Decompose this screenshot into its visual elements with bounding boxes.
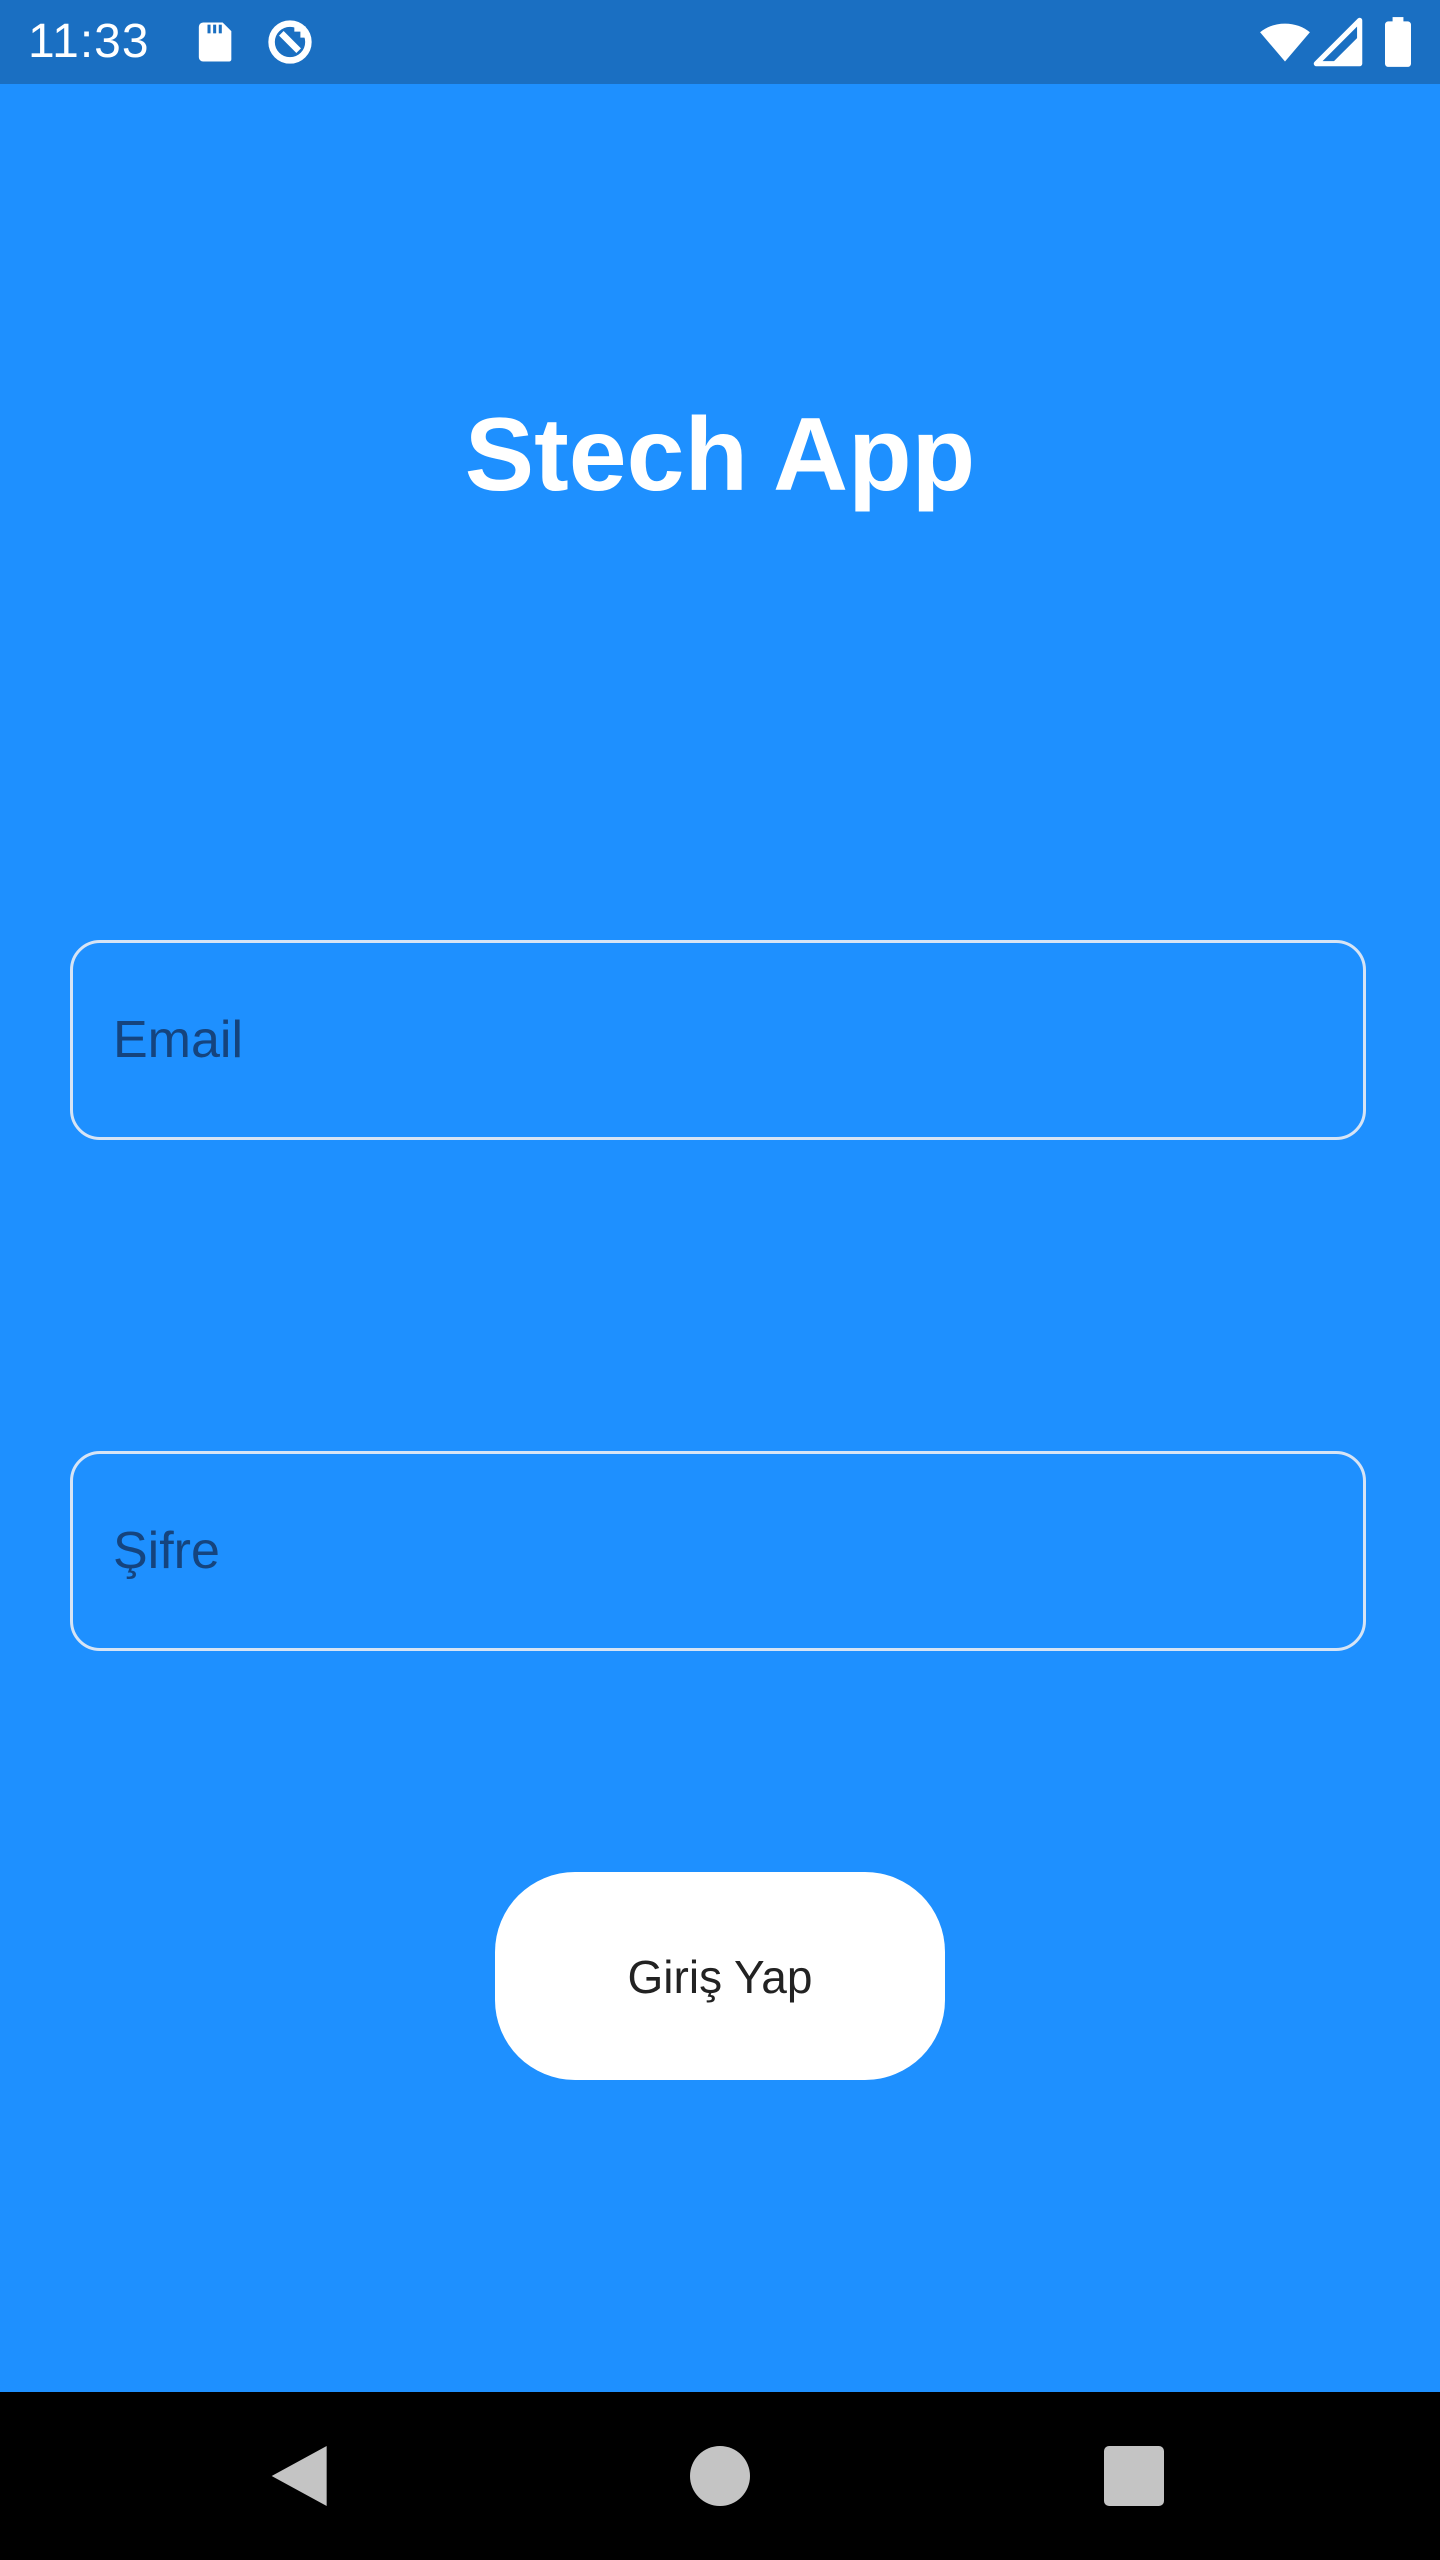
recents-icon[interactable] — [1094, 2436, 1174, 2516]
login-button[interactable]: Giriş Yap — [495, 1872, 945, 2080]
back-icon[interactable] — [260, 2436, 340, 2516]
password-input[interactable] — [73, 1454, 1363, 1648]
login-screen: 11:33 Stech App Giriş Yap — [0, 0, 1440, 2560]
sd-card-icon — [188, 16, 240, 68]
wifi-icon — [1256, 16, 1314, 68]
battery-icon — [1380, 16, 1416, 68]
app-title: Stech App — [464, 397, 976, 513]
email-field-container[interactable] — [70, 940, 1366, 1140]
sync-icon — [264, 16, 316, 68]
status-time: 11:33 — [28, 15, 150, 68]
signal-icon — [1312, 16, 1364, 68]
home-icon[interactable] — [680, 2436, 760, 2516]
status-bar: 11:33 — [0, 0, 1440, 84]
email-input[interactable] — [73, 943, 1363, 1137]
password-field-container[interactable] — [70, 1451, 1366, 1651]
navigation-bar — [0, 2392, 1440, 2560]
